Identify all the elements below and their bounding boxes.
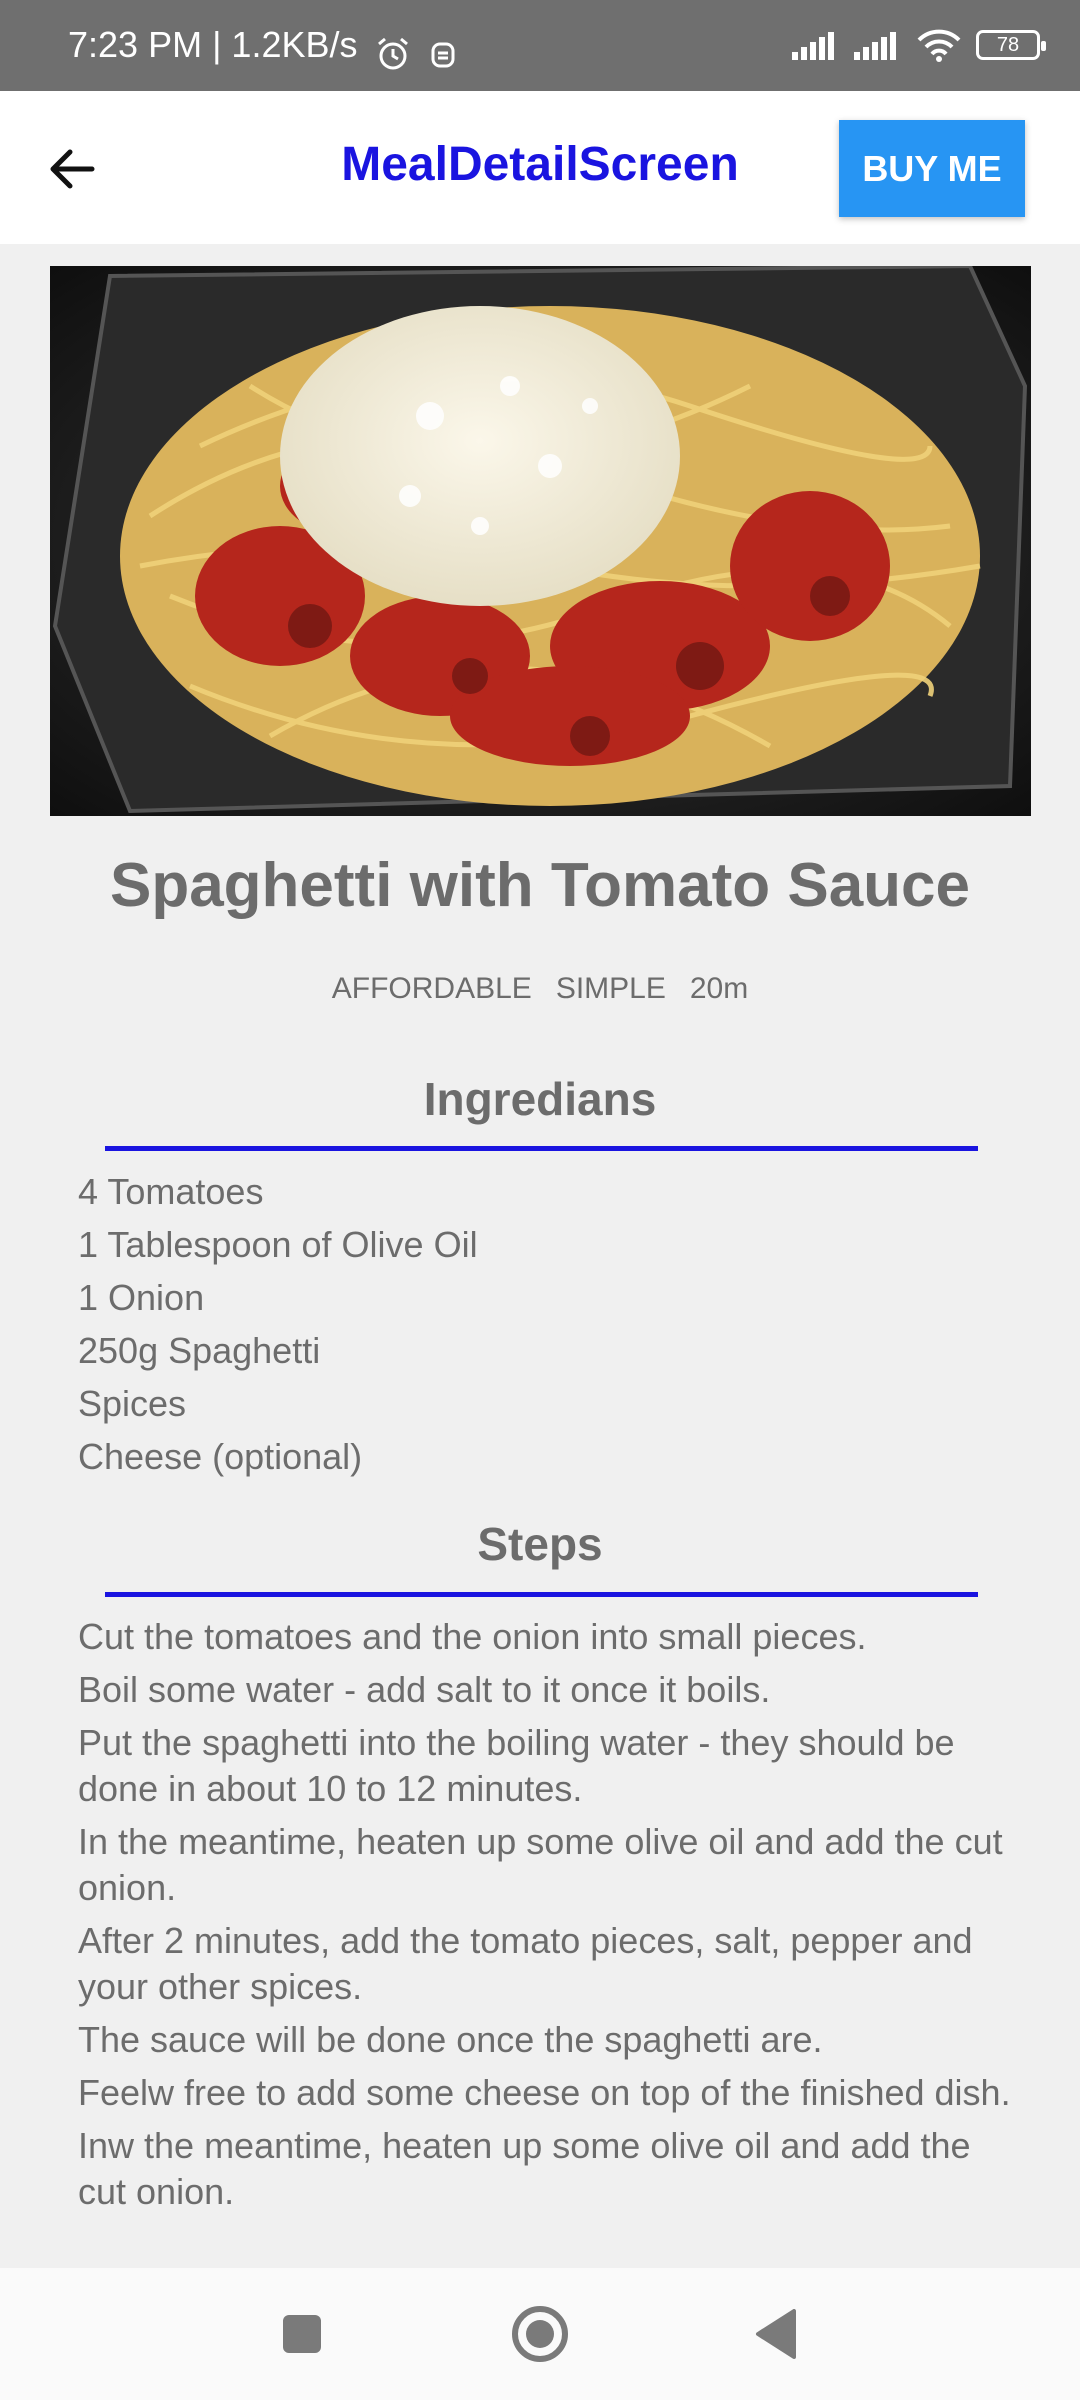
- signal-icon: [792, 32, 834, 60]
- ingredient-item: 250g Spaghetti: [78, 1330, 321, 1371]
- signal-icon: [854, 32, 896, 60]
- status-time: 7:23 PM | 1.2KB/s: [68, 24, 358, 65]
- step-item: Inw the meantime, heaten up some olive o…: [78, 2125, 971, 2212]
- home-circle-icon: [512, 2306, 568, 2362]
- ingredient-item: Cheese (optional): [78, 1436, 363, 1477]
- alarm-icon: [378, 37, 408, 70]
- ingredients-heading: Ingredians: [423, 1073, 657, 1125]
- steps-heading: Steps: [477, 1518, 603, 1570]
- step-item: After 2 minutes, add the tomato pieces, …: [78, 1920, 973, 2007]
- home-button[interactable]: [490, 2268, 590, 2400]
- ingredient-item: 1 Tablespoon of Olive Oil: [78, 1224, 478, 1265]
- app-bar: MealDetailScreen BUY ME: [0, 91, 1080, 244]
- steps-list: Cut the tomatoes and the onion into smal…: [78, 1614, 1018, 2215]
- back-button[interactable]: [726, 2268, 826, 2400]
- complexity-label: SIMPLE: [555, 972, 666, 1005]
- meal-image: [50, 266, 1031, 816]
- step-item: Feelw free to add some cheese on top of …: [78, 2072, 1011, 2113]
- status-bar: 7:23 PM | 1.2KB/s 78: [0, 0, 1080, 91]
- wifi-icon: [917, 29, 961, 62]
- system-nav-bar: [0, 2268, 1080, 2400]
- step-item: Boil some water - add salt to it once it…: [78, 1669, 771, 1710]
- step-item: The sauce will be done once the spaghett…: [78, 2019, 823, 2060]
- buy-me-button[interactable]: BUY ME: [839, 120, 1025, 217]
- ingredient-item: 4 Tomatoes: [78, 1171, 264, 1212]
- ingredient-item: Spices: [78, 1383, 187, 1424]
- step-item: In the meantime, heaten up some olive oi…: [78, 1821, 1003, 1908]
- notification-icon: [431, 42, 455, 68]
- meal-meta: AFFORDABLE SIMPLE 20m: [0, 972, 1080, 1006]
- steps-divider: [105, 1592, 978, 1597]
- square-icon: [283, 2315, 321, 2353]
- recents-button[interactable]: [252, 2268, 352, 2400]
- ingredients-list: 4 Tomatoes 1 Tablespoon of Olive Oil 1 O…: [78, 1169, 1018, 1480]
- triangle-back-icon: [756, 2309, 796, 2359]
- affordability-label: AFFORDABLE: [331, 972, 532, 1005]
- battery-icon: 78: [976, 30, 1046, 60]
- step-item: Put the spaghetti into the boiling water…: [78, 1722, 955, 1809]
- step-item: Cut the tomatoes and the onion into smal…: [78, 1616, 867, 1657]
- battery-level: 78: [996, 33, 1020, 56]
- ingredient-item: 1 Onion: [78, 1277, 205, 1318]
- ingredients-divider: [105, 1146, 978, 1151]
- duration-label: 20m: [689, 972, 749, 1005]
- status-icons: 78: [792, 20, 1046, 70]
- meal-title: Spaghetti with Tomato Sauce: [109, 851, 971, 920]
